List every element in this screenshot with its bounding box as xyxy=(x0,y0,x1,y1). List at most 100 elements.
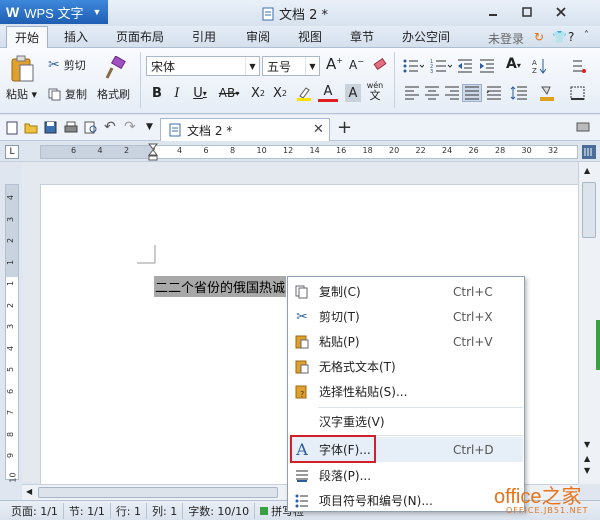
line-spacing-icon[interactable] xyxy=(510,86,528,100)
app-menu-button[interactable]: W WPS 文字 ▼ xyxy=(0,0,108,24)
font-color-icon: A xyxy=(323,84,333,99)
shrink-font-button[interactable]: A− xyxy=(349,57,364,72)
superscript-button[interactable]: X2 xyxy=(248,84,268,102)
bullet-list-icon[interactable] xyxy=(402,58,424,74)
next-page-icon[interactable]: ▼ xyxy=(584,466,590,475)
status-word-count[interactable]: 字数: 10/10 xyxy=(183,502,256,519)
shading-icon[interactable] xyxy=(538,84,558,102)
clear-format-button[interactable] xyxy=(372,56,388,72)
watermark-url: OFFICE.JB51.NET xyxy=(506,506,589,515)
redo-icon[interactable]: ↷ xyxy=(124,119,136,135)
selected-text[interactable]: 二二个省份的俄国热诚 xyxy=(154,276,287,297)
format-painter-icon[interactable] xyxy=(102,55,128,83)
show-marks-icon[interactable] xyxy=(570,58,586,74)
tab-home[interactable]: 开始 xyxy=(6,26,49,49)
close-button[interactable] xyxy=(550,3,572,21)
eraser-icon xyxy=(372,56,388,72)
horizontal-ruler[interactable]: 6422468101214161820222426283032 xyxy=(40,145,578,159)
open-folder-icon[interactable] xyxy=(24,121,38,134)
strikethrough-button[interactable]: AB ▾ xyxy=(214,84,244,102)
document-title: 文档 2 * xyxy=(262,4,328,23)
copy-button[interactable]: 复制 xyxy=(48,86,87,102)
numbered-list-icon[interactable]: 123 xyxy=(430,58,452,74)
tab-chapter[interactable]: 章节 xyxy=(342,26,382,48)
help-icon[interactable]: ? xyxy=(568,30,574,44)
format-painter-button[interactable]: 格式刷 xyxy=(97,86,130,102)
align-right-icon[interactable] xyxy=(444,86,460,100)
copy-icon xyxy=(289,285,315,299)
menu-item-paste-special[interactable]: ? 选择性粘贴(S)... xyxy=(289,379,523,404)
status-page[interactable]: 页面: 1/1 xyxy=(6,502,64,519)
customize-toolbar-icon[interactable]: ▼ xyxy=(146,122,153,132)
justify-icon[interactable] xyxy=(462,84,482,102)
save-icon[interactable] xyxy=(44,121,57,134)
font-name-select[interactable]: 宋体 ▼ xyxy=(146,56,260,76)
superscript-icon: X xyxy=(251,85,260,101)
ruler-tick-label: 22 xyxy=(415,146,426,155)
new-tab-button[interactable]: + xyxy=(337,117,352,138)
font-size-select[interactable]: 五号 ▼ xyxy=(262,56,320,76)
undo-icon[interactable]: ↶ xyxy=(104,119,116,135)
refresh-icon[interactable]: ↻ xyxy=(534,30,544,44)
shirt-icon[interactable]: 👕 xyxy=(552,30,567,44)
grow-font-button[interactable]: A+ xyxy=(326,55,343,73)
borders-icon[interactable] xyxy=(570,86,586,100)
ruler-toggle-icon[interactable] xyxy=(582,145,596,159)
scroll-up-icon[interactable]: ▲ xyxy=(584,166,590,175)
font-color-button[interactable]: A xyxy=(318,84,338,102)
tab-review[interactable]: 审阅 xyxy=(238,26,278,48)
login-status[interactable]: 未登录 xyxy=(488,30,524,47)
font-style-icon[interactable]: A▾ xyxy=(506,56,521,72)
close-tab-icon[interactable]: ✕ xyxy=(313,122,324,137)
paste-icon[interactable] xyxy=(8,55,36,83)
scroll-down-icon[interactable]: ▼ xyxy=(584,440,590,449)
paste-button[interactable]: 粘贴 ▾ xyxy=(6,86,37,102)
menu-item-cut[interactable]: ✂ 剪切(T) Ctrl+X xyxy=(289,304,523,329)
print-preview-icon[interactable] xyxy=(84,121,98,134)
prev-page-icon[interactable]: ▲ xyxy=(584,454,590,463)
font-name-value: 宋体 xyxy=(151,59,176,74)
distribute-icon[interactable] xyxy=(486,86,502,100)
ribbon-separator xyxy=(140,52,141,108)
align-center-icon[interactable] xyxy=(424,86,440,100)
tab-office-space[interactable]: 办公空间 xyxy=(394,26,458,48)
tab-document[interactable]: 文档 2 * ✕ xyxy=(160,118,330,141)
tab-page-layout[interactable]: 页面布局 xyxy=(108,26,172,48)
tab-menu-icon[interactable] xyxy=(576,121,592,133)
subscript-button[interactable]: X2 xyxy=(270,84,290,102)
phonetic-guide-button[interactable]: wén 文 xyxy=(364,81,386,103)
scroll-left-icon[interactable]: ◀ xyxy=(26,487,32,496)
maximize-button[interactable] xyxy=(516,3,538,21)
scroll-thumb[interactable] xyxy=(582,182,596,238)
new-document-icon[interactable] xyxy=(6,121,18,135)
tab-insert[interactable]: 插入 xyxy=(56,26,96,48)
bold-button[interactable]: B xyxy=(150,84,164,102)
underline-button[interactable]: U ▾ xyxy=(189,84,211,102)
hscroll-thumb[interactable] xyxy=(38,487,278,498)
menu-item-paste-plain-text[interactable]: 无格式文本(T) xyxy=(289,354,523,379)
menu-item-reselect-chars[interactable]: 汉字重选(V) xyxy=(289,409,523,434)
chevron-down-icon: ▼ xyxy=(305,57,319,75)
cut-button[interactable]: ✂ 剪切 xyxy=(48,57,86,73)
tab-stop-selector[interactable]: L xyxy=(5,145,19,159)
minimize-button[interactable] xyxy=(482,3,504,21)
ruler-tick-label: 20 xyxy=(389,146,400,155)
tab-references[interactable]: 引用 xyxy=(184,26,224,48)
menu-item-paste[interactable]: 粘贴(P) Ctrl+V xyxy=(289,329,523,354)
print-icon[interactable] xyxy=(64,121,78,134)
align-left-icon[interactable] xyxy=(404,86,420,100)
increase-indent-icon[interactable] xyxy=(479,58,495,74)
decrease-indent-icon[interactable] xyxy=(457,58,473,74)
vertical-ruler[interactable]: 4 3 2 1 1 2 3 4 5 6 7 8 9 10 xyxy=(5,184,19,482)
highlight-button[interactable] xyxy=(293,84,315,102)
tab-view[interactable]: 视图 xyxy=(290,26,330,48)
menu-item-copy[interactable]: 复制(C) Ctrl+C xyxy=(289,279,523,304)
ruler-tick-label: 4 xyxy=(6,194,16,201)
italic-button[interactable]: I xyxy=(170,84,184,102)
sort-icon[interactable]: AZ xyxy=(532,58,546,74)
side-panel-handle[interactable] xyxy=(596,320,600,370)
collapse-ribbon-icon[interactable]: ˄ xyxy=(584,30,589,41)
char-shading-button[interactable]: A xyxy=(345,84,361,102)
phonetic-char: 文 xyxy=(369,89,381,102)
indent-marker[interactable] xyxy=(148,143,158,162)
